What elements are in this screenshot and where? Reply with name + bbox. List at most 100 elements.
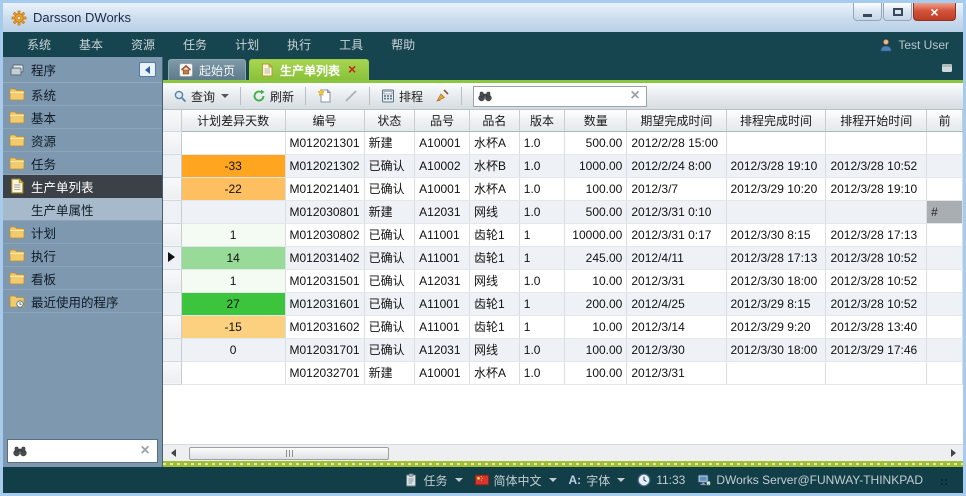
minimize-button[interactable] <box>853 3 882 21</box>
cell-diff[interactable]: 1 <box>181 223 285 246</box>
cell-no[interactable]: M012030801 <box>285 200 364 223</box>
cell-extra[interactable] <box>927 269 963 292</box>
cell-part_name[interactable]: 水杯A <box>470 131 520 154</box>
cell-qty[interactable]: 500.00 <box>565 200 627 223</box>
cell-qty[interactable]: 500.00 <box>565 131 627 154</box>
table-row[interactable]: 0M012031701已确认A12031网线1.0100.002012/3/30… <box>163 338 963 361</box>
column-header[interactable]: 品号 <box>415 110 470 131</box>
cell-version[interactable]: 1.0 <box>519 177 564 200</box>
column-header[interactable]: 排程开始时间 <box>826 110 927 131</box>
menu-item[interactable]: 工具 <box>325 32 377 57</box>
collapse-sidebar-button[interactable] <box>139 62 156 77</box>
cell-part_no[interactable]: A12031 <box>415 338 470 361</box>
row-selector[interactable] <box>163 361 181 384</box>
cell-part_name[interactable]: 网线 <box>470 338 520 361</box>
cell-sched_start[interactable]: 2012/3/28 13:40 <box>826 315 927 338</box>
cell-part_no[interactable]: A12031 <box>415 269 470 292</box>
cell-extra[interactable] <box>927 338 963 361</box>
user-indicator[interactable]: Test User <box>879 38 953 52</box>
cell-due[interactable]: 2012/3/31 0:10 <box>627 200 726 223</box>
cell-part_name[interactable]: 网线 <box>470 269 520 292</box>
resize-grip-icon[interactable] <box>937 475 947 485</box>
sidebar-item[interactable]: 最近使用的程序 <box>3 290 162 313</box>
cell-part_no[interactable]: A10002 <box>415 154 470 177</box>
clear-search-icon[interactable] <box>628 89 642 103</box>
scroll-left-button[interactable] <box>165 446 181 461</box>
scrollbar-thumb[interactable] <box>189 447 389 460</box>
cell-sched_end[interactable] <box>726 361 826 384</box>
cell-part_no[interactable]: A11001 <box>415 292 470 315</box>
new-document-button[interactable] <box>313 86 337 106</box>
cell-extra[interactable] <box>927 177 963 200</box>
menu-item[interactable]: 计划 <box>221 32 273 57</box>
cell-due[interactable]: 2012/3/30 <box>627 338 726 361</box>
clear-search-icon[interactable] <box>138 444 152 458</box>
row-selector[interactable] <box>163 269 181 292</box>
sidebar-item[interactable]: 生产单属性 <box>3 198 162 221</box>
cell-due[interactable]: 2012/4/11 <box>627 246 726 269</box>
sidebar-item[interactable]: 基本 <box>3 106 162 129</box>
menu-item[interactable]: 帮助 <box>377 32 429 57</box>
cell-version[interactable]: 1.0 <box>519 361 564 384</box>
scroll-right-button[interactable] <box>945 446 961 461</box>
cell-extra[interactable] <box>927 223 963 246</box>
cell-qty[interactable]: 10.00 <box>565 315 627 338</box>
cell-qty[interactable]: 100.00 <box>565 338 627 361</box>
cell-part_name[interactable]: 网线 <box>470 200 520 223</box>
schedule-button[interactable]: 排程 <box>377 86 427 107</box>
cell-status[interactable]: 已确认 <box>364 223 415 246</box>
cell-due[interactable]: 2012/4/25 <box>627 292 726 315</box>
row-selector[interactable] <box>163 200 181 223</box>
cell-part_no[interactable]: A11001 <box>415 246 470 269</box>
column-header[interactable]: 前 <box>927 110 963 131</box>
sidebar-search-input[interactable] <box>32 443 133 459</box>
cell-qty[interactable]: 10.00 <box>565 269 627 292</box>
cell-part_no[interactable]: A10001 <box>415 177 470 200</box>
row-selector[interactable] <box>163 292 181 315</box>
cell-sched_start[interactable]: 2012/3/29 17:46 <box>826 338 927 361</box>
cell-no[interactable]: M012031501 <box>285 269 364 292</box>
cell-part_no[interactable]: A11001 <box>415 315 470 338</box>
row-selector[interactable] <box>163 154 181 177</box>
cell-sched_start[interactable]: 2012/3/28 10:52 <box>826 269 927 292</box>
cell-version[interactable]: 1.0 <box>519 154 564 177</box>
cell-extra[interactable]: # <box>927 200 963 223</box>
cell-part_name[interactable]: 齿轮1 <box>470 292 520 315</box>
cell-version[interactable]: 1.0 <box>519 269 564 292</box>
table-row[interactable]: M012030801新建A12031网线1.0500.002012/3/31 0… <box>163 200 963 223</box>
cell-part_no[interactable]: A11001 <box>415 223 470 246</box>
cell-extra[interactable] <box>927 315 963 338</box>
status-item-clock[interactable]: 11:33 <box>637 473 685 487</box>
cell-version[interactable]: 1.0 <box>519 200 564 223</box>
table-row[interactable]: M012021301新建A10001水杯A1.0500.002012/2/28 … <box>163 131 963 154</box>
cell-version[interactable]: 1.0 <box>519 131 564 154</box>
column-header[interactable]: 数量 <box>565 110 627 131</box>
sidebar-item[interactable]: 资源 <box>3 129 162 152</box>
cell-sched_end[interactable] <box>726 200 826 223</box>
table-row[interactable]: 1M012030802已确认A11001齿轮1110000.002012/3/3… <box>163 223 963 246</box>
menu-item[interactable]: 系统 <box>13 32 65 57</box>
row-selector[interactable] <box>163 315 181 338</box>
tab-production-order-list[interactable]: 生产单列表 <box>249 59 369 80</box>
query-button[interactable]: 查询 <box>169 86 233 107</box>
cell-version[interactable]: 1 <box>519 315 564 338</box>
cell-sched_end[interactable]: 2012/3/30 18:00 <box>726 269 826 292</box>
cell-status[interactable]: 已确认 <box>364 154 415 177</box>
table-row[interactable]: M012032701新建A10001水杯A1.0100.002012/3/31 <box>163 361 963 384</box>
cell-sched_start[interactable] <box>826 361 927 384</box>
cell-diff[interactable] <box>181 131 285 154</box>
cell-extra[interactable] <box>927 246 963 269</box>
cell-part_name[interactable]: 齿轮1 <box>470 246 520 269</box>
cell-qty[interactable]: 200.00 <box>565 292 627 315</box>
cell-part_no[interactable]: A10001 <box>415 131 470 154</box>
cell-sched_start[interactable]: 2012/3/28 10:52 <box>826 154 927 177</box>
cell-diff[interactable]: 0 <box>181 338 285 361</box>
column-header[interactable]: 状态 <box>364 110 415 131</box>
cell-sched_start[interactable]: 2012/3/28 19:10 <box>826 177 927 200</box>
column-header[interactable]: 品名 <box>470 110 520 131</box>
cell-version[interactable]: 1 <box>519 246 564 269</box>
table-row[interactable]: 27M012031601已确认A11001齿轮11200.002012/4/25… <box>163 292 963 315</box>
cell-part_no[interactable]: A12031 <box>415 200 470 223</box>
cell-due[interactable]: 2012/2/24 8:00 <box>627 154 726 177</box>
cell-extra[interactable] <box>927 154 963 177</box>
